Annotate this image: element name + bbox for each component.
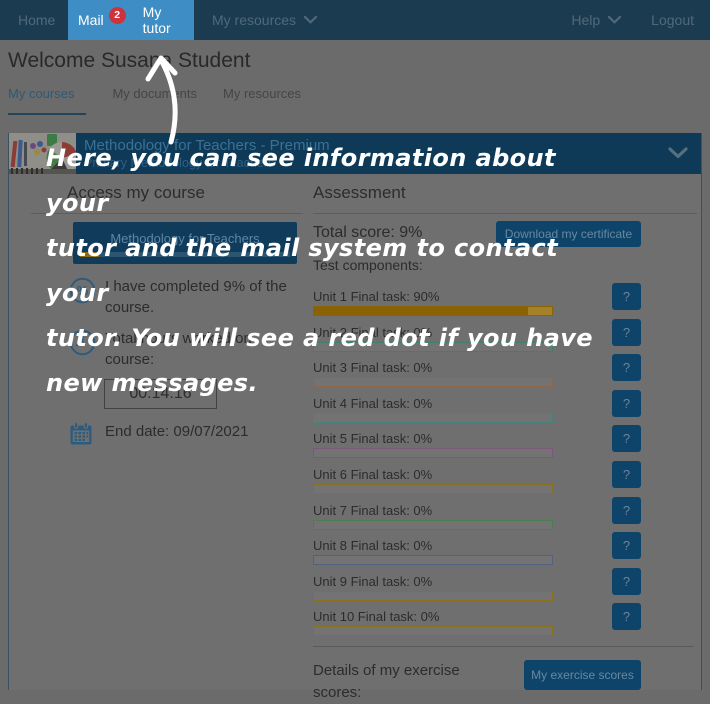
unit-row: Unit 2 Final task: 0% ? bbox=[313, 319, 697, 355]
end-date-row: End date: 09/07/2021 bbox=[69, 421, 303, 446]
total-score-text: Total score: 9% bbox=[313, 221, 422, 242]
access-heading: Access my course bbox=[31, 183, 303, 214]
hours-label: Total hours worked on course: bbox=[105, 328, 295, 370]
nav-help-label: Help bbox=[571, 12, 600, 28]
course-progress-fill bbox=[80, 252, 99, 257]
unit-progress-bar bbox=[313, 377, 553, 387]
unit-row: Unit 5 Final task: 0% ? bbox=[313, 425, 697, 461]
unit-help-button[interactable]: ? bbox=[612, 497, 641, 524]
section-tabs: My courses My documents My resources bbox=[8, 86, 301, 115]
completed-text: I have completed 9% of the course. bbox=[105, 276, 295, 318]
course-subtitle: Primary Methodology for Teachers bbox=[84, 156, 330, 170]
unit-row: Unit 3 Final task: 0% ? bbox=[313, 354, 697, 390]
assessment-heading: Assessment bbox=[313, 183, 697, 214]
unit-progress-bar bbox=[313, 484, 553, 494]
unit-progress-bar bbox=[313, 555, 553, 565]
unit-row: Unit 9 Final task: 0% ? bbox=[313, 568, 697, 604]
nav-home[interactable]: Home bbox=[18, 0, 55, 40]
tab-my-documents[interactable]: My documents bbox=[112, 86, 197, 115]
unit-progress-bar bbox=[313, 342, 553, 352]
unit-help-button[interactable]: ? bbox=[612, 283, 641, 310]
divider bbox=[313, 646, 694, 647]
unit-row: Unit 10 Final task: 0% ? bbox=[313, 603, 697, 639]
svg-text:%: % bbox=[77, 283, 89, 298]
course-thumbnail bbox=[9, 133, 76, 174]
my-exercise-scores-button[interactable]: My exercise scores bbox=[524, 660, 641, 690]
course-progress-bar bbox=[80, 252, 290, 257]
unit-progress-bar bbox=[313, 626, 553, 636]
open-course-button[interactable]: Methodology for Teachers bbox=[73, 222, 297, 264]
calendar-icon bbox=[69, 421, 96, 446]
chevron-down-icon bbox=[608, 16, 621, 24]
unit-row: Unit 1 Final task: 90% ? bbox=[313, 283, 697, 319]
tab-my-courses[interactable]: My courses bbox=[8, 86, 86, 115]
nav-mail-label: Mail bbox=[78, 12, 104, 28]
unit-help-button[interactable]: ? bbox=[612, 390, 641, 417]
percent-icon: % bbox=[69, 276, 96, 318]
end-date-text: End date: 09/07/2021 bbox=[105, 421, 295, 446]
exercise-scores-row: Details of my exercise scores: My exerci… bbox=[313, 660, 697, 704]
unit-help-button[interactable]: ? bbox=[612, 461, 641, 488]
collapse-chevron-icon[interactable] bbox=[668, 147, 688, 159]
hours-row: Total hours worked on course: bbox=[69, 328, 303, 370]
unit-help-button[interactable]: ? bbox=[612, 319, 641, 346]
course-header-titles: Methodology for Teachers - Premium Prima… bbox=[84, 137, 330, 170]
unit-progress-bar bbox=[313, 591, 553, 601]
test-components-label: Test components: bbox=[313, 257, 697, 273]
course-panel: Methodology for Teachers - Premium Prima… bbox=[8, 133, 702, 690]
nav-my-tutor-label: My tutor bbox=[143, 4, 184, 36]
course-panel-header[interactable]: Methodology for Teachers - Premium Prima… bbox=[9, 133, 701, 174]
completed-row: % I have completed 9% of the course. bbox=[69, 276, 303, 318]
nav-my-resources-label: My resources bbox=[212, 12, 296, 28]
access-course-section: Access my course Methodology for Teacher… bbox=[31, 177, 303, 446]
nav-home-label: Home bbox=[18, 12, 55, 28]
nav-my-resources[interactable]: My resources bbox=[212, 0, 317, 40]
unit-row: Unit 7 Final task: 0% ? bbox=[313, 497, 697, 533]
unit-help-button[interactable]: ? bbox=[612, 603, 641, 630]
unit-progress-bar bbox=[313, 448, 553, 458]
unit-help-button[interactable]: ? bbox=[612, 425, 641, 452]
course-title: Methodology for Teachers - Premium bbox=[84, 137, 330, 154]
unit-progress-bar bbox=[313, 520, 553, 530]
unit-help-button[interactable]: ? bbox=[612, 532, 641, 559]
top-navbar: Home My resources Help Logout Mail 2 My … bbox=[0, 0, 710, 40]
open-course-button-label: Methodology for Teachers bbox=[78, 231, 292, 246]
nav-help[interactable]: Help bbox=[571, 0, 621, 40]
tutorial-spotlight: Mail 2 My tutor bbox=[68, 0, 194, 40]
nav-logout-label: Logout bbox=[651, 12, 694, 28]
unit-progress-bar bbox=[313, 306, 553, 316]
nav-right-group: Help Logout bbox=[571, 0, 694, 40]
exercise-scores-label: Details of my exercise scores: bbox=[313, 660, 483, 704]
nav-my-tutor[interactable]: My tutor bbox=[143, 4, 184, 36]
chevron-down-icon bbox=[304, 16, 317, 24]
hours-worked-timer: 00:14:16 bbox=[104, 379, 217, 409]
total-score-row: Total score: 9% Download my certificate bbox=[313, 221, 697, 247]
clock-icon bbox=[69, 328, 96, 370]
unit-row: Unit 4 Final task: 0% ? bbox=[313, 390, 697, 426]
assessment-section: Assessment Total score: 9% Download my c… bbox=[313, 177, 697, 704]
nav-logout[interactable]: Logout bbox=[651, 0, 694, 40]
unit-help-button[interactable]: ? bbox=[612, 354, 641, 381]
unit-row: Unit 8 Final task: 0% ? bbox=[313, 532, 697, 568]
tab-my-resources[interactable]: My resources bbox=[223, 86, 301, 115]
nav-mail[interactable]: Mail 2 bbox=[78, 12, 126, 29]
unit-help-button[interactable]: ? bbox=[612, 568, 641, 595]
mail-unread-badge: 2 bbox=[109, 7, 126, 24]
unit-score-list: Unit 1 Final task: 90% ? Unit 2 Final ta… bbox=[313, 283, 697, 639]
unit-progress-bar bbox=[313, 413, 553, 423]
unit-progress-fill bbox=[314, 307, 528, 315]
unit-row: Unit 6 Final task: 0% ? bbox=[313, 461, 697, 497]
download-certificate-button[interactable]: Download my certificate bbox=[496, 221, 641, 247]
page-title: Welcome Susana Student bbox=[8, 49, 250, 73]
